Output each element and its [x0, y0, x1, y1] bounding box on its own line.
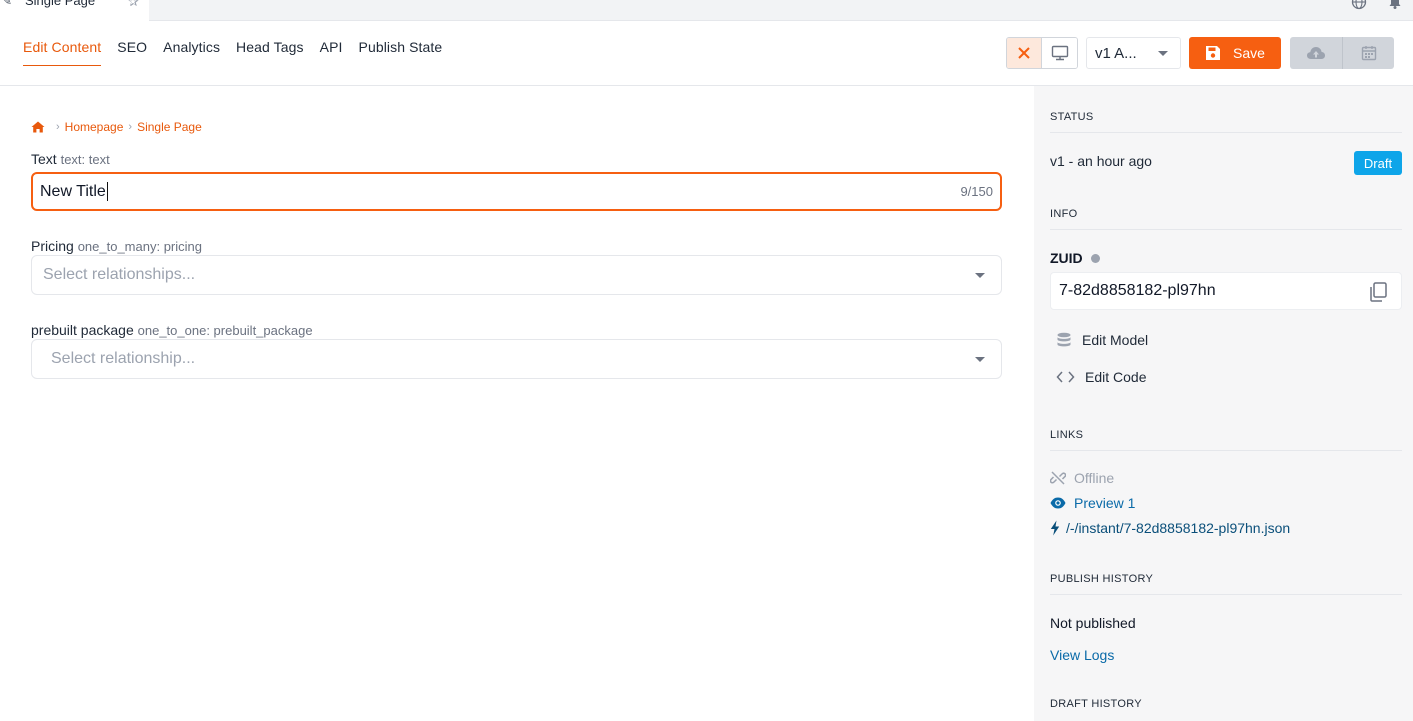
unlink-icon [1050, 471, 1066, 485]
chevron-down-icon [975, 357, 985, 362]
bell-icon[interactable] [1387, 0, 1403, 10]
zuid-label: ZUID [1050, 250, 1100, 266]
chevron-down-icon [1158, 51, 1168, 56]
breadcrumb-homepage[interactable]: Homepage [65, 120, 124, 134]
item-sidebar: STATUS v1 - an hour ago Draft INFO ZUID … [1034, 86, 1413, 721]
links-section-title: LINKS [1050, 429, 1402, 451]
tab-api[interactable]: API [320, 39, 343, 66]
breadcrumb-single-page[interactable]: Single Page [137, 120, 202, 134]
text-input-value: New Title [40, 182, 106, 200]
text-field-meta: text: text [60, 152, 110, 167]
code-icon [1056, 371, 1075, 383]
floppy-disk-icon [1206, 46, 1221, 60]
version-value: v1 A... [1095, 44, 1137, 62]
text-field-name: Text [31, 151, 57, 167]
instant-api-url: /-/instant/7-82d8858182-pl97hn.json [1066, 520, 1291, 536]
text-input[interactable]: New Title 9/150 [31, 172, 1002, 211]
status-badge: Draft [1354, 151, 1402, 175]
preview-link[interactable]: Preview 1 [1050, 495, 1135, 511]
edit-model-label: Edit Model [1082, 332, 1149, 348]
database-icon [1057, 332, 1071, 347]
chevron-down-icon [975, 273, 985, 278]
prebuilt-relationship-select[interactable]: Select relationship... [31, 339, 1002, 379]
view-logs-link[interactable]: View Logs [1050, 647, 1114, 663]
eye-icon [1050, 497, 1066, 509]
text-field-label: Text text: text [31, 151, 110, 167]
pricing-placeholder: Select relationships... [43, 266, 196, 283]
chevron-right-icon: › [56, 121, 60, 133]
tab-analytics[interactable]: Analytics [163, 39, 220, 66]
tab-label: Single Page [25, 0, 96, 8]
publish-button[interactable] [1290, 37, 1342, 69]
publish-status-text: Not published [1050, 615, 1136, 631]
top-tab-strip: ✎ Single Page ✰ [0, 0, 1413, 21]
prebuilt-field-name: prebuilt package [31, 322, 134, 338]
instant-api-link[interactable]: /-/instant/7-82d8858182-pl97hn.json [1050, 520, 1290, 536]
save-button[interactable]: Save [1189, 37, 1281, 69]
version-select[interactable]: v1 A... [1086, 37, 1181, 69]
home-icon[interactable] [31, 121, 45, 133]
edit-code-link[interactable]: Edit Code [1056, 369, 1146, 385]
prebuilt-field-meta: one_to_one: prebuilt_package [137, 323, 313, 338]
top-icons [1351, 0, 1403, 10]
tab-seo[interactable]: SEO [117, 39, 147, 66]
zuid-value: 7-82d8858182-pl97hn [1059, 282, 1216, 299]
offline-label: Offline [1074, 470, 1115, 486]
edit-code-label: Edit Code [1085, 369, 1147, 385]
cloud-upload-icon [1307, 47, 1325, 59]
copy-icon[interactable] [1369, 282, 1387, 302]
calendar-icon [1361, 46, 1376, 61]
publish-history-title: PUBLISH HISTORY [1050, 573, 1402, 595]
status-section-title: STATUS [1050, 111, 1402, 133]
content-nav: Edit Content SEO Analytics Head Tags API… [23, 39, 458, 66]
prebuilt-placeholder: Select relationship... [51, 350, 196, 367]
tab-edit-content[interactable]: Edit Content [23, 39, 102, 66]
prebuilt-field-label: prebuilt package one_to_one: prebuilt_pa… [31, 322, 313, 338]
info-icon[interactable] [1090, 253, 1100, 263]
tab-publish-state[interactable]: Publish State [359, 39, 443, 66]
publish-actions [1290, 37, 1394, 69]
pricing-relationship-select[interactable]: Select relationships... [31, 255, 1002, 295]
content-editor: › Homepage › Single Page Text text: text… [0, 86, 1034, 721]
header-toolbar: v1 A... Save [1006, 37, 1394, 69]
draft-history-title: DRAFT HISTORY [1050, 698, 1142, 710]
character-counter: 9/150 [960, 184, 993, 199]
pencil-icon: ✎ [2, 0, 13, 8]
open-tab-single-page[interactable]: ✎ Single Page ✰ [0, 0, 149, 21]
chevron-right-icon: › [128, 121, 133, 133]
offline-link: Offline [1050, 470, 1114, 486]
pricing-field-name: Pricing [31, 238, 74, 254]
info-section-title: INFO [1050, 208, 1402, 230]
status-version-line: v1 - an hour ago [1050, 153, 1152, 169]
tab-head-tags[interactable]: Head Tags [236, 39, 304, 66]
breadcrumb: › Homepage › Single Page [31, 120, 202, 134]
zuid-label-text: ZUID [1050, 250, 1083, 266]
save-label: Save [1233, 45, 1265, 61]
preview-label: Preview 1 [1074, 495, 1136, 511]
edit-model-link[interactable]: Edit Model [1056, 332, 1148, 348]
globe-icon[interactable] [1351, 0, 1367, 10]
monitor-icon [1051, 45, 1068, 61]
preview-button[interactable] [1042, 38, 1077, 68]
pricing-field-label: Pricing one_to_many: pricing [31, 238, 202, 254]
text-cursor [106, 182, 108, 201]
pin-icon[interactable]: ✰ [128, 0, 139, 10]
pricing-field-meta: one_to_many: pricing [77, 239, 202, 254]
close-preview-button[interactable] [1007, 38, 1042, 68]
view-toggle-group [1006, 37, 1078, 69]
schedule-button[interactable] [1342, 37, 1394, 69]
content-header: Edit Content SEO Analytics Head Tags API… [0, 21, 1413, 86]
bolt-icon [1050, 520, 1060, 536]
zuid-field[interactable]: 7-82d8858182-pl97hn [1050, 272, 1402, 310]
close-icon [1018, 47, 1030, 59]
